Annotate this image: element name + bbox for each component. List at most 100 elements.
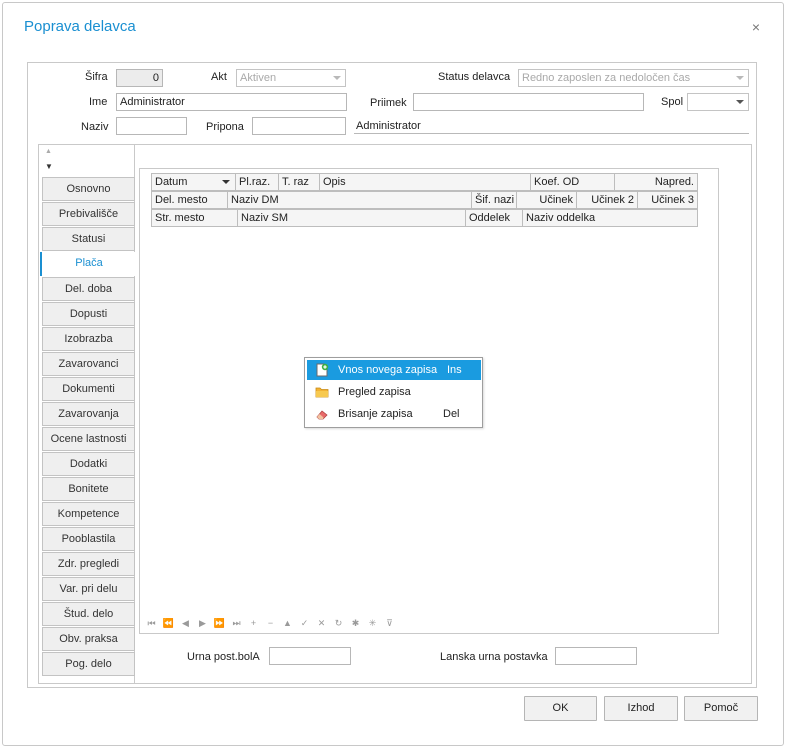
pripona-field[interactable] — [252, 117, 346, 135]
urna-label: Urna post.bolA — [187, 651, 260, 663]
col-opis[interactable]: Opis — [319, 173, 531, 191]
col-ucinek-2[interactable]: Učinek 2 — [576, 191, 638, 209]
chevron-down-icon — [333, 76, 341, 80]
priimek-label: Priimek — [370, 97, 407, 109]
grid-navigator: ⏮ ⏪ ◀ ▶ ⏩ ⏭ + − ▲ ✓ ✕ ↻ ✱ ✳ ⊽ — [143, 617, 398, 629]
dialog-title: Poprava delavca — [24, 18, 136, 35]
tab-zdr-pregledi[interactable]: Zdr. pregledi — [42, 552, 135, 576]
nav-last-icon[interactable]: ⏭ — [228, 617, 245, 629]
nav-cancel-icon[interactable]: ✕ — [313, 617, 330, 629]
akt-select[interactable]: Aktiven — [236, 69, 346, 87]
menu-item-label: Brisanje zapisa — [338, 408, 413, 420]
nav-refresh-icon[interactable]: ↻ — [330, 617, 347, 629]
nav-delete-icon[interactable]: − — [262, 617, 279, 629]
nav-insert-icon[interactable]: + — [245, 617, 262, 629]
col-plraz[interactable]: Pl.raz. — [235, 173, 279, 191]
urna-field[interactable] — [269, 647, 351, 665]
nav-next-page-icon[interactable]: ⏩ — [211, 617, 228, 629]
menu-item-view-record[interactable]: Pregled zapisa — [307, 382, 481, 402]
tab-izobrazba[interactable]: Izobrazba — [42, 327, 135, 351]
menu-item-shortcut: Del — [443, 408, 460, 420]
display-name-underline — [354, 133, 749, 134]
sort-down-icon — [222, 180, 230, 184]
tab-štud-delo[interactable]: Štud. delo — [42, 602, 135, 626]
col-str-mesto[interactable]: Str. mesto — [151, 209, 238, 227]
menu-item-delete-record[interactable]: Brisanje zapisa Del — [307, 404, 481, 424]
tab-prebivališče[interactable]: Prebivališče — [42, 202, 135, 226]
tab-osnovno[interactable]: Osnovno — [42, 177, 135, 201]
col-traz[interactable]: T. raz — [278, 173, 320, 191]
col-napred[interactable]: Napred. — [614, 173, 698, 191]
folder-icon — [315, 387, 329, 398]
izhod-button[interactable]: Izhod — [604, 696, 678, 721]
nav-filter-icon[interactable]: ⊽ — [381, 617, 398, 629]
naziv-field[interactable] — [116, 117, 187, 135]
col-datum-label: Datum — [155, 176, 188, 188]
nav-first-icon[interactable]: ⏮ — [143, 617, 160, 629]
nav-bookmark-icon[interactable]: ✱ — [347, 617, 364, 629]
col-naziv-dm[interactable]: Naziv DM — [227, 191, 472, 209]
tab-del-doba[interactable]: Del. doba — [42, 277, 135, 301]
tab-pog-delo[interactable]: Pog. delo — [42, 652, 135, 676]
spol-select[interactable] — [687, 93, 749, 111]
col-naziv-oddelka[interactable]: Naziv oddelka — [522, 209, 698, 227]
akt-select-value: Aktiven — [240, 72, 277, 84]
tab-zavarovanci[interactable]: Zavarovanci — [42, 352, 135, 376]
menu-item-label: Pregled zapisa — [338, 386, 411, 398]
nav-goto-bookmark-icon[interactable]: ✳ — [364, 617, 381, 629]
menu-item-label: Vnos novega zapisa — [338, 364, 438, 376]
chevron-down-icon — [736, 76, 744, 80]
eraser-icon — [316, 410, 328, 420]
ok-button[interactable]: OK — [524, 696, 597, 721]
nav-prev-icon[interactable]: ◀ — [177, 617, 194, 629]
col-koef-od[interactable]: Koef. OD — [530, 173, 615, 191]
tab-dopusti[interactable]: Dopusti — [42, 302, 135, 326]
col-oddelek[interactable]: Oddelek — [465, 209, 523, 227]
akt-label: Akt — [211, 71, 227, 83]
tab-bonitete[interactable]: Bonitete — [42, 477, 135, 501]
context-menu: Vnos novega zapisa Ins Pregled zapisa Br… — [304, 357, 483, 428]
tab-var-pri-delu[interactable]: Var. pri delu — [42, 577, 135, 601]
nav-edit-icon[interactable]: ▲ — [279, 617, 296, 629]
nav-next-icon[interactable]: ▶ — [194, 617, 211, 629]
tabs-scroll-down-icon[interactable]: ▼ — [45, 162, 53, 171]
chevron-down-icon — [736, 100, 744, 104]
col-naziv-sm[interactable]: Naziv SM — [237, 209, 466, 227]
pripona-label: Pripona — [206, 121, 244, 133]
col-ucinek[interactable]: Učinek — [516, 191, 577, 209]
menu-item-shortcut: Ins — [447, 364, 462, 376]
tabs-scroll-up-icon[interactable]: ▲ — [45, 148, 52, 155]
tab-ocene-lastnosti[interactable]: Ocene lastnosti — [42, 427, 135, 451]
lanska-label: Lanska urna postavka — [440, 651, 548, 663]
tab-kompetence[interactable]: Kompetence — [42, 502, 135, 526]
naziv-label: Naziv — [81, 121, 109, 133]
tab-zavarovanja[interactable]: Zavarovanja — [42, 402, 135, 426]
status-select[interactable]: Redno zaposlen za nedoločen čas — [518, 69, 749, 87]
status-label: Status delavca — [438, 71, 511, 83]
tab-pooblastila[interactable]: Pooblastila — [42, 527, 135, 551]
tab-statusi[interactable]: Statusi — [42, 227, 135, 251]
tab-obv-praksa[interactable]: Obv. praksa — [42, 627, 135, 651]
priimek-field[interactable] — [413, 93, 644, 111]
ime-field[interactable]: Administrator — [116, 93, 347, 111]
menu-item-new-record[interactable]: Vnos novega zapisa Ins — [307, 360, 481, 380]
display-name: Administrator — [356, 120, 421, 132]
new-record-icon — [316, 363, 329, 377]
sifra-label: Šifra — [85, 71, 108, 83]
sifra-field[interactable]: 0 — [116, 69, 163, 87]
nav-prev-page-icon[interactable]: ⏪ — [160, 617, 177, 629]
tab-dokumenti[interactable]: Dokumenti — [42, 377, 135, 401]
lanska-field[interactable] — [555, 647, 637, 665]
pomoc-button[interactable]: Pomoč — [684, 696, 758, 721]
status-select-value: Redno zaposlen za nedoločen čas — [522, 72, 691, 84]
col-sif-nazi[interactable]: Šif. nazi — [471, 191, 517, 209]
spol-label: Spol — [661, 96, 684, 108]
tab-dodatki[interactable]: Dodatki — [42, 452, 135, 476]
col-ucinek-3[interactable]: Učinek 3 — [637, 191, 698, 209]
nav-post-icon[interactable]: ✓ — [296, 617, 313, 629]
col-datum[interactable]: Datum — [151, 173, 236, 191]
ime-label: Ime — [89, 96, 108, 108]
close-icon[interactable]: × — [749, 20, 763, 34]
col-del-mesto[interactable]: Del. mesto — [151, 191, 228, 209]
tab-plača[interactable]: Plača — [40, 252, 136, 276]
